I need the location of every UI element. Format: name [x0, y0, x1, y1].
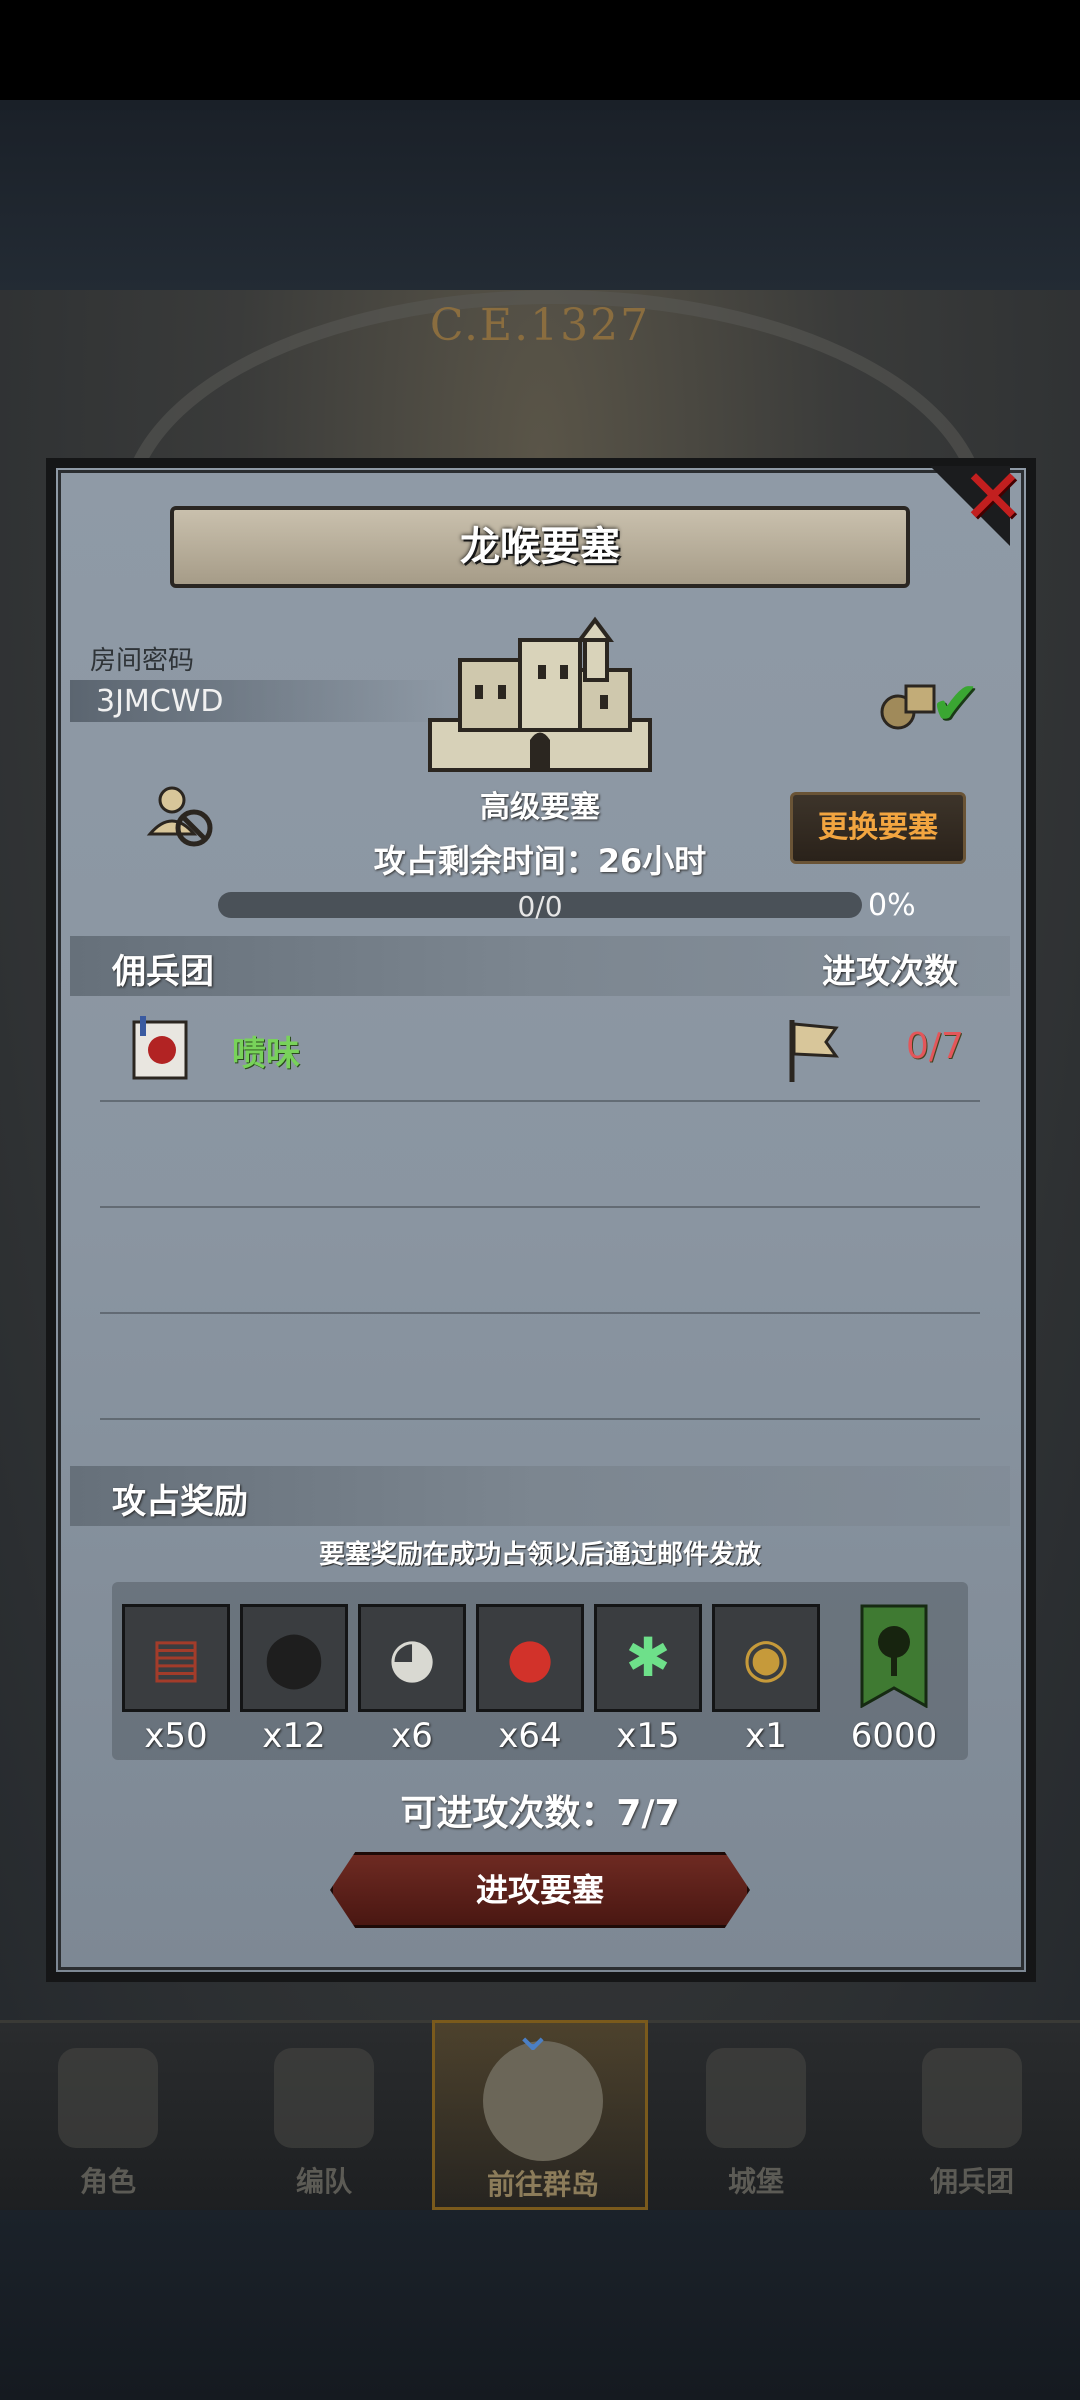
- reward-qty: 6000: [850, 1716, 938, 1756]
- ore-rock-icon: ⬤: [263, 1626, 325, 1689]
- reward-qty: x50: [144, 1716, 208, 1756]
- reward-qty: x1: [745, 1716, 787, 1756]
- reward-slot[interactable]: ✱: [594, 1604, 702, 1712]
- nav-label: 前往群岛: [486, 2168, 599, 2201]
- status-bar: [0, 0, 1080, 100]
- reward-slot[interactable]: ◉: [712, 1604, 820, 1712]
- progress-percent: 0%: [868, 888, 916, 923]
- wood-planks-icon: ▤: [150, 1626, 202, 1689]
- reward-qty: x12: [262, 1716, 326, 1756]
- nav-label: 佣兵团: [929, 2165, 1014, 2198]
- attempts-left: 可进攻次数：7/7: [400, 1793, 680, 1834]
- flag-icon: [789, 1020, 840, 1082]
- checkmark-icon: ✔: [930, 669, 981, 739]
- user-banned-icon[interactable]: [146, 784, 216, 848]
- mercenary-header: 佣兵团: [112, 952, 214, 992]
- room-code-label: 房间密码: [90, 646, 195, 676]
- nav-label: 角色: [79, 2165, 136, 2198]
- list-divider: [100, 1100, 980, 1102]
- knight-helmet-icon: [58, 2048, 158, 2148]
- supply-bags-icon: [880, 684, 936, 730]
- chevron-down-icon: ⌄: [512, 2004, 554, 2062]
- era-label: C.E.1327: [429, 300, 651, 351]
- reward-qty: x6: [391, 1716, 433, 1756]
- nav-item-mercenary[interactable]: 佣兵团: [864, 2020, 1080, 2210]
- wolf-banner-icon: [132, 1016, 188, 1080]
- fortress-icon: [428, 616, 652, 772]
- reward-slot[interactable]: ▤: [122, 1604, 230, 1712]
- reward-note: 要塞奖励在成功占领以后通过邮件发放: [318, 1540, 761, 1570]
- attack-button-label[interactable]: 进攻要塞: [330, 1852, 750, 1928]
- list-divider: [100, 1312, 980, 1314]
- swap-fortress-button[interactable]: 更换要塞: [790, 792, 966, 864]
- reward-slot[interactable]: ◕: [358, 1604, 466, 1712]
- reward-qty: x15: [616, 1716, 680, 1756]
- list-divider: [100, 1206, 980, 1208]
- time-remaining: 攻占剩余时间：26小时: [373, 842, 707, 880]
- reward-qty: x64: [498, 1716, 562, 1756]
- golden-helmet-icon: ◉: [742, 1626, 790, 1689]
- attack-count-header: 进攻次数: [822, 952, 958, 992]
- castle-icon: [706, 2048, 806, 2148]
- reward-header: 攻占奖励: [112, 1482, 248, 1522]
- reward-slot[interactable]: ●: [476, 1604, 584, 1712]
- nav-label: 编队: [295, 2165, 352, 2198]
- list-divider: [100, 1418, 980, 1420]
- spirit-tree-icon: ✱: [625, 1626, 671, 1689]
- nav-item-castle[interactable]: 城堡: [648, 2020, 864, 2210]
- tree-banner-icon[interactable]: [860, 1604, 928, 1708]
- mercenary-attack-count: 0/7: [906, 1026, 964, 1067]
- reward-slot[interactable]: ⬤: [240, 1604, 348, 1712]
- dialog-title: 龙喉要塞: [460, 524, 620, 570]
- berries-icon: ●: [506, 1626, 554, 1689]
- room-code-value[interactable]: 3JMCWD: [96, 684, 224, 719]
- nav-item-character[interactable]: 角色: [0, 2020, 216, 2210]
- bottom-band: [0, 2210, 1080, 2400]
- silver-bowl-icon: ◕: [388, 1626, 436, 1689]
- close-icon[interactable]: ✕: [958, 459, 1028, 535]
- fortress-grade: 高级要塞: [480, 790, 600, 825]
- armored-soldier-icon: [274, 2048, 374, 2148]
- progress-text: 0/0: [517, 890, 563, 923]
- nav-label: 城堡: [727, 2165, 784, 2198]
- nav-item-formation[interactable]: 编队: [216, 2020, 432, 2210]
- top-band: [0, 100, 1080, 290]
- mercenary-name[interactable]: 啧味: [232, 1026, 300, 1075]
- mercenary-tower-icon: [922, 2048, 1022, 2148]
